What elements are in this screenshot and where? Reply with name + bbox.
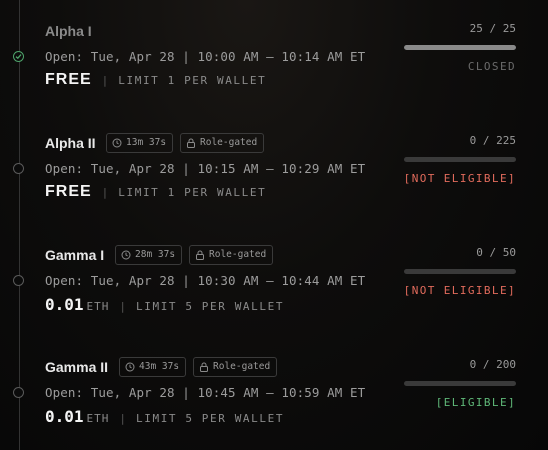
currency: ETH [86,300,110,313]
price: FREE [45,183,92,200]
phase-name: Gamma II [45,359,109,375]
mint-count: 0 / 200 [469,358,516,371]
status-label: [ELIGIBLE] [435,396,516,409]
wallet-limit: LIMIT 1 PER WALLET [118,186,267,199]
separator: | [119,300,127,313]
separator: | [119,412,127,425]
lock-icon [196,250,204,260]
open-window: Open: Tue, Apr 28 | 10:45 AM – 10:59 AM … [45,385,366,400]
access-text: Role-gated [209,249,267,260]
progress-bar [404,381,516,386]
price-row: FREE | LIMIT 1 PER WALLET [45,183,266,201]
open-window: Open: Tue, Apr 28 | 10:00 AM – 10:14 AM … [45,49,366,64]
price-row: FREE | LIMIT 1 PER WALLET [45,71,266,89]
pending-circle-icon [13,387,24,398]
open-window: Open: Tue, Apr 28 | 10:15 AM – 10:29 AM … [45,161,366,176]
phase-gamma-i: Gamma I 28m 37s Role-gated Open: Tue, Ap… [0,224,548,336]
price: 0.01 [45,295,84,314]
role-gated-badge: Role-gated [189,245,274,265]
wallet-limit: LIMIT 5 PER WALLET [136,300,285,313]
countdown-text: 13m 37s [126,137,167,148]
access-text: Role-gated [213,361,271,372]
phase-name: Gamma I [45,247,105,263]
mint-count: 0 / 225 [469,134,516,147]
status-label: CLOSED [467,60,516,73]
lock-icon [200,362,208,372]
check-circle-icon [13,51,24,62]
role-gated-badge: Role-gated [180,133,265,153]
phase-name: Alpha I [45,23,92,39]
lock-icon [187,138,195,148]
clock-icon [121,250,131,260]
phase-gamma-ii: Gamma II 43m 37s Role-gated Open: Tue, A… [0,336,548,448]
phase-alpha-i: Alpha I Open: Tue, Apr 28 | 10:00 AM – 1… [0,0,548,112]
mint-count: 0 / 50 [476,246,516,259]
status-label: [NOT ELIGIBLE] [403,172,516,185]
role-gated-badge: Role-gated [193,357,278,377]
clock-icon [125,362,135,372]
progress-bar [404,45,516,50]
currency: ETH [86,412,110,425]
pending-circle-icon [13,163,24,174]
access-text: Role-gated [200,137,258,148]
price-row: 0.01 ETH | LIMIT 5 PER WALLET [45,295,284,314]
progress-bar [404,269,516,274]
phase-alpha-ii: Alpha II 13m 37s Role-gated Open: Tue, A… [0,112,548,224]
countdown-badge: 28m 37s [115,245,183,265]
clock-icon [112,138,122,148]
price: 0.01 [45,407,84,426]
countdown-text: 43m 37s [139,361,180,372]
price-row: 0.01 ETH | LIMIT 5 PER WALLET [45,407,284,426]
countdown-badge: 13m 37s [106,133,174,153]
price: FREE [45,71,92,88]
progress-fill [404,45,516,50]
progress-bar [404,157,516,162]
countdown-text: 28m 37s [135,249,176,260]
countdown-badge: 43m 37s [119,357,187,377]
pending-circle-icon [13,275,24,286]
separator: | [101,186,109,199]
open-window: Open: Tue, Apr 28 | 10:30 AM – 10:44 AM … [45,273,366,288]
status-label: [NOT ELIGIBLE] [403,284,516,297]
wallet-limit: LIMIT 1 PER WALLET [118,74,267,87]
phase-name: Alpha II [45,135,96,151]
separator: | [101,74,109,87]
wallet-limit: LIMIT 5 PER WALLET [136,412,285,425]
mint-count: 25 / 25 [469,22,516,35]
